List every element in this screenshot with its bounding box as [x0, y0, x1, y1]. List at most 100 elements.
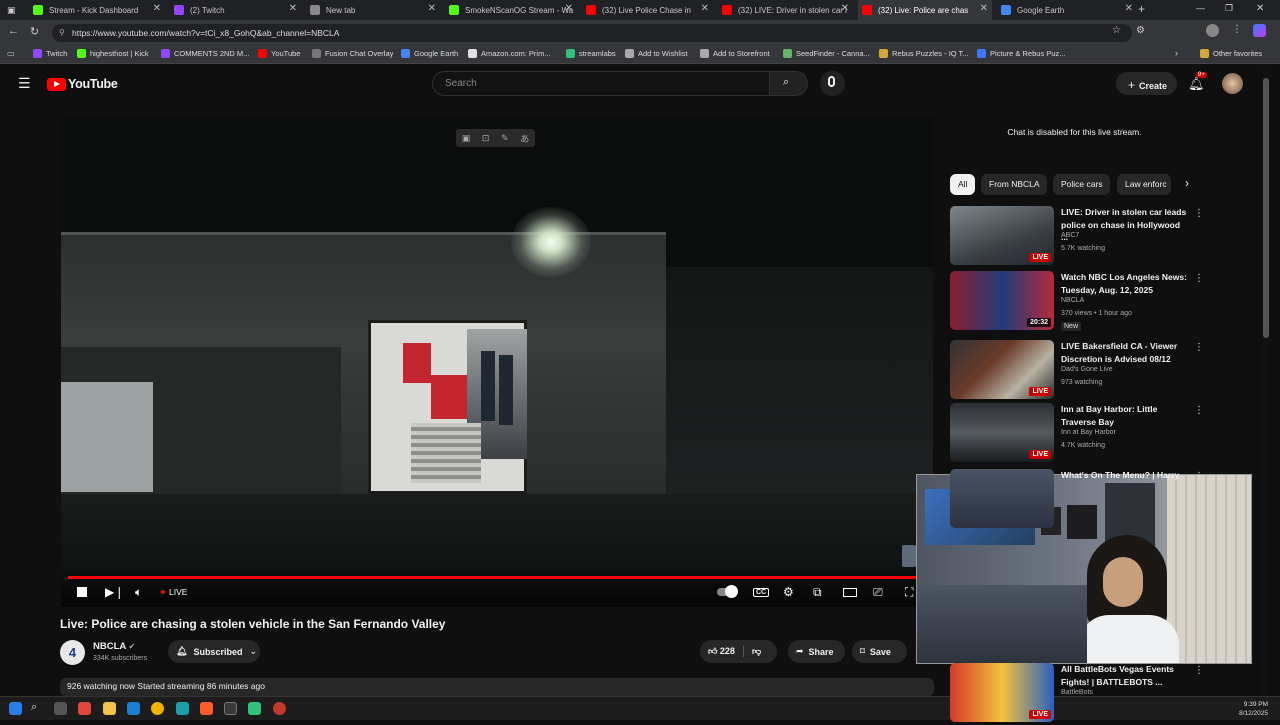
- more-actions-icon[interactable]: ⋮: [1194, 273, 1204, 284]
- bookmark-item[interactable]: Twitch: [33, 49, 67, 58]
- browser-tab[interactable]: (32) Live Police Chase in ✕: [582, 0, 713, 20]
- share-button[interactable]: ➦ Share: [788, 640, 845, 663]
- channel-name[interactable]: NBCLA ✔: [93, 641, 135, 652]
- bookmark-item[interactable]: Add to Wishlist: [625, 49, 688, 58]
- filter-chip[interactable]: From NBCLA: [981, 174, 1047, 195]
- browser-tab[interactable]: Google Earth ✕: [997, 0, 1137, 20]
- picture-in-picture-icon[interactable]: ▣: [462, 133, 471, 144]
- save-button[interactable]: ⌑ Save: [852, 640, 907, 663]
- taskbar-app-icon[interactable]: [78, 702, 91, 715]
- translate-icon[interactable]: あ: [520, 132, 529, 145]
- video-thumbnail[interactable]: LIVE: [950, 403, 1054, 462]
- video-thumbnail[interactable]: [950, 469, 1054, 528]
- autoplay-toggle[interactable]: [717, 584, 738, 600]
- maximize-icon[interactable]: ❐: [1225, 3, 1233, 14]
- next-button[interactable]: ▶❘: [105, 584, 124, 600]
- account-avatar[interactable]: [1222, 73, 1243, 94]
- like-button[interactable]: 👍︎ 228: [708, 646, 735, 657]
- apps-icon[interactable]: ▭: [7, 49, 15, 58]
- browser-tab[interactable]: Stream - Kick Dashboard ✕: [29, 0, 165, 20]
- bookmark-item[interactable]: SeedFinder - Canna...: [783, 49, 870, 58]
- bookmark-item[interactable]: Rebus Puzzles - IQ T...: [879, 49, 969, 58]
- outlook-icon[interactable]: [127, 702, 140, 715]
- cast-button[interactable]: ⎚: [873, 584, 883, 600]
- close-tab-icon[interactable]: ✕: [1125, 3, 1133, 14]
- voice-search-button[interactable]: [820, 71, 845, 96]
- video-player[interactable]: ▶❘ 🔈︎ LIVE CC ⚙ ⧉ ⎚ ⛶: [61, 117, 933, 607]
- recommended-channel[interactable]: ABC7: [1061, 232, 1079, 239]
- filter-chip[interactable]: Law enforc: [1117, 174, 1171, 195]
- bookmark-item[interactable]: highesthost | Kick: [77, 49, 149, 58]
- filter-chip[interactable]: Police cars: [1053, 174, 1110, 195]
- video-thumbnail[interactable]: LIVE: [950, 206, 1054, 265]
- minimize-icon[interactable]: —: [1196, 3, 1205, 13]
- new-tab-button[interactable]: +: [1138, 2, 1145, 16]
- recommended-channel[interactable]: NBCLA: [1061, 297, 1084, 304]
- browser-tab[interactable]: SmokeNScanOG Stream - Wa ✕: [445, 0, 577, 20]
- more-menu-icon[interactable]: ⋮: [1232, 24, 1242, 35]
- close-tab-icon[interactable]: ✕: [980, 3, 988, 14]
- video-thumbnail[interactable]: LIVE: [950, 340, 1054, 399]
- close-tab-icon[interactable]: ✕: [428, 3, 436, 14]
- bookmark-star-icon[interactable]: ☆: [1112, 25, 1121, 36]
- task-view-icon[interactable]: [54, 702, 67, 715]
- video-thumbnail[interactable]: 20:32: [950, 271, 1054, 330]
- close-tab-icon[interactable]: ✕: [153, 3, 161, 14]
- tab-actions-icon[interactable]: ▣: [4, 0, 24, 20]
- search-button[interactable]: ⌕: [770, 71, 808, 96]
- reload-icon[interactable]: ↻: [30, 25, 39, 38]
- close-window-icon[interactable]: ✕: [1256, 3, 1264, 14]
- create-button[interactable]: + Create: [1116, 72, 1177, 95]
- menu-icon[interactable]: ☰: [18, 75, 31, 92]
- bookmark-item[interactable]: YouTube: [258, 49, 300, 58]
- recommended-video[interactable]: LIVE LIVE Bakersfield CA - Viewer Discret…: [950, 340, 1204, 402]
- recommended-channel[interactable]: Inn at Bay Harbor: [1061, 429, 1116, 436]
- back-icon[interactable]: ←: [8, 25, 19, 37]
- taskbar-clock[interactable]: 9:39 PM 8/12/2025: [1239, 700, 1268, 718]
- site-info-icon[interactable]: ⚲: [59, 28, 65, 37]
- youtube-logo[interactable]: YouTube: [47, 77, 118, 91]
- more-actions-icon[interactable]: ⋮: [1194, 471, 1204, 482]
- other-favorites[interactable]: Other favorites: [1200, 49, 1262, 58]
- bookmark-item[interactable]: Google Earth: [401, 49, 458, 58]
- recommended-video[interactable]: LIVE LIVE: Driver in stolen car leads pol…: [950, 206, 1204, 268]
- recommended-video[interactable]: LIVE Inn at Bay Harbor: Little Traverse B…: [950, 403, 1204, 465]
- record-app-icon[interactable]: [273, 702, 286, 715]
- browser-tab[interactable]: New tab ✕: [306, 0, 440, 20]
- close-tab-icon[interactable]: ✕: [565, 3, 573, 14]
- close-tab-icon[interactable]: ✕: [841, 3, 849, 14]
- captions-button[interactable]: CC: [753, 584, 770, 600]
- copilot-icon[interactable]: [1253, 24, 1266, 37]
- file-explorer-icon[interactable]: [103, 702, 116, 715]
- dislike-button[interactable]: 👎︎: [742, 646, 761, 657]
- filter-chip[interactable]: All: [950, 174, 975, 195]
- streamlabs-icon[interactable]: [248, 702, 261, 715]
- chips-next-icon[interactable]: ›: [1185, 176, 1189, 190]
- edit-icon[interactable]: ✎: [501, 133, 509, 144]
- fullscreen-button[interactable]: ⛶: [905, 584, 913, 600]
- recommended-channel[interactable]: Dad's Gone Live: [1061, 366, 1113, 373]
- search-input[interactable]: Search: [432, 71, 770, 96]
- chrome-icon[interactable]: [151, 702, 164, 715]
- progress-bar[interactable]: [68, 576, 923, 579]
- volume-button[interactable]: 🔈︎: [135, 584, 142, 600]
- more-actions-icon[interactable]: ⋮: [1194, 665, 1204, 676]
- more-actions-icon[interactable]: ⋮: [1194, 342, 1204, 353]
- channel-avatar[interactable]: 4: [60, 640, 85, 665]
- bell-icon[interactable]: 🔔︎: [1188, 76, 1205, 92]
- bookmark-item[interactable]: Add to Storefront: [700, 49, 770, 58]
- browser-tab[interactable]: (2) Twitch ✕: [170, 0, 301, 20]
- url-field[interactable]: ⚲ https://www.youtube.com/watch?v=tCi_x8…: [52, 24, 1132, 42]
- chevron-right-icon[interactable]: ›: [1175, 48, 1178, 58]
- profile-avatar[interactable]: [1206, 24, 1219, 37]
- taskbar-search-icon[interactable]: ⌕: [31, 701, 37, 714]
- theater-mode-button[interactable]: [843, 584, 857, 600]
- more-actions-icon[interactable]: ⋮: [1194, 208, 1204, 219]
- close-tab-icon[interactable]: ✕: [289, 3, 297, 14]
- more-actions-icon[interactable]: ⋮: [1194, 405, 1204, 416]
- settings-button[interactable]: ⚙: [783, 584, 794, 600]
- start-icon[interactable]: [9, 702, 22, 715]
- screenshot-icon[interactable]: ⊡: [482, 133, 490, 144]
- recommended-video[interactable]: LIVE All BattleBots Vegas Events Fights! …: [950, 663, 1204, 725]
- bookmark-item[interactable]: Picture & Rebus Puz...: [977, 49, 1065, 58]
